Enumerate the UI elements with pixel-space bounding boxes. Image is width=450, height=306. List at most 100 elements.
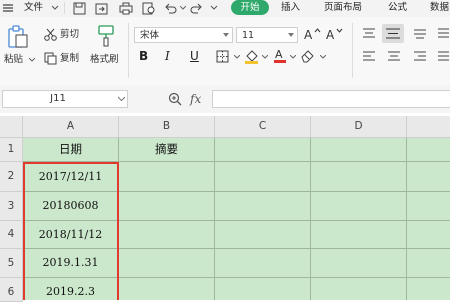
clear-format-icon[interactable] <box>300 48 316 63</box>
undo-icon[interactable] <box>164 2 177 15</box>
print-icon[interactable] <box>119 2 133 15</box>
row-header[interactable]: 4 <box>0 221 23 249</box>
row-header[interactable]: 6 <box>0 278 23 302</box>
format-painter-label[interactable]: 格式刷 <box>90 54 119 66</box>
cell-d2[interactable] <box>311 162 407 192</box>
cell-b4[interactable] <box>119 221 215 249</box>
copy-label[interactable]: 复制 <box>60 53 79 65</box>
row-header[interactable]: 2 <box>0 162 23 192</box>
font-size-select[interactable]: 11 <box>236 27 298 43</box>
cell-b2[interactable] <box>119 162 215 192</box>
chevron-down-icon <box>288 33 294 37</box>
cell-c1[interactable] <box>215 138 311 162</box>
quick-access-caret-icon[interactable] <box>210 5 218 11</box>
font-color-caret-icon[interactable] <box>290 55 296 60</box>
align-left-icon[interactable] <box>362 51 376 63</box>
border-icon[interactable] <box>216 50 230 63</box>
column-header-e[interactable] <box>407 116 450 138</box>
paste-caret-icon[interactable] <box>29 58 35 63</box>
selection-highlight <box>23 162 119 300</box>
tab-insert[interactable]: 插入 <box>281 1 300 15</box>
paste-label[interactable]: 粘贴 <box>4 54 23 66</box>
ribbon-separator <box>352 23 353 78</box>
cell-e3[interactable] <box>407 192 450 221</box>
justify-icon[interactable] <box>437 51 449 63</box>
cell-c3[interactable] <box>215 192 311 221</box>
column-header-c[interactable]: C <box>215 116 311 138</box>
cell-d1[interactable] <box>311 138 407 162</box>
name-box[interactable]: J11 <box>2 90 128 108</box>
menu-separator <box>64 2 65 14</box>
align-top-icon[interactable] <box>362 28 376 40</box>
fill-caret-icon[interactable] <box>262 55 268 60</box>
clear-caret-icon[interactable] <box>320 55 326 60</box>
formula-input[interactable] <box>212 90 450 108</box>
cell-b1[interactable]: 摘要 <box>119 138 215 162</box>
tab-data[interactable]: 数据 <box>430 1 449 15</box>
name-box-value: J11 <box>50 93 66 104</box>
border-caret-icon[interactable] <box>234 55 240 60</box>
save-icon[interactable] <box>73 2 86 15</box>
row-header[interactable]: 3 <box>0 192 23 221</box>
cell-c6[interactable] <box>215 278 311 300</box>
font-color-icon[interactable]: A <box>273 47 287 64</box>
tab-start[interactable]: 开始 <box>231 0 269 15</box>
column-header-a[interactable]: A <box>23 116 119 138</box>
align-bottom-icon[interactable] <box>413 28 427 40</box>
cut-icon[interactable] <box>44 28 57 41</box>
undo-caret-icon[interactable] <box>180 6 186 11</box>
cell-d4[interactable] <box>311 221 407 249</box>
tab-page-layout[interactable]: 页面布局 <box>324 1 362 15</box>
cell-e2[interactable] <box>407 162 450 192</box>
align-center-icon[interactable] <box>387 51 401 63</box>
font-size-value: 11 <box>242 30 255 41</box>
font-name-select[interactable]: 宋体 <box>134 27 233 43</box>
row-header[interactable]: 1 <box>0 138 23 162</box>
align-middle-button[interactable] <box>382 24 404 43</box>
file-menu-caret-icon[interactable] <box>51 5 59 11</box>
font-name-value: 宋体 <box>140 30 160 41</box>
cell-e5[interactable] <box>407 249 450 278</box>
cell-d3[interactable] <box>311 192 407 221</box>
redo-icon[interactable] <box>190 2 203 15</box>
print-preview-icon[interactable] <box>142 2 156 15</box>
tab-formulas[interactable]: 公式 <box>388 1 407 15</box>
cell-b5[interactable] <box>119 249 215 278</box>
cell-c5[interactable] <box>215 249 311 278</box>
format-painter-icon[interactable] <box>96 25 116 47</box>
distributed-align-icon[interactable] <box>437 28 449 40</box>
zoom-search-icon[interactable] <box>168 92 183 107</box>
select-all-corner[interactable] <box>0 116 23 138</box>
svg-text:A: A <box>304 28 313 41</box>
cell-e6[interactable] <box>407 278 450 300</box>
cell-b6[interactable] <box>119 278 215 300</box>
fill-color-icon[interactable] <box>244 48 260 64</box>
copy-icon[interactable] <box>44 52 57 65</box>
svg-text:A: A <box>326 28 335 41</box>
paste-icon[interactable] <box>7 25 29 49</box>
bold-button[interactable]: B <box>139 49 148 63</box>
shrink-font-icon[interactable]: A <box>325 27 343 41</box>
cut-label[interactable]: 剪切 <box>60 29 79 41</box>
menu-icon[interactable] <box>2 2 14 14</box>
align-right-icon[interactable] <box>413 51 427 63</box>
italic-button[interactable]: I <box>165 49 170 63</box>
column-header-d[interactable]: D <box>311 116 407 138</box>
export-icon[interactable] <box>95 2 108 15</box>
ribbon-separator <box>128 23 129 78</box>
file-menu[interactable]: 文件 <box>24 1 43 15</box>
chevron-down-icon[interactable] <box>118 96 125 102</box>
fx-label[interactable]: fx <box>190 92 201 106</box>
cell-a1[interactable]: 日期 <box>23 138 119 162</box>
cell-d5[interactable] <box>311 249 407 278</box>
cell-c4[interactable] <box>215 221 311 249</box>
cell-e1[interactable] <box>407 138 450 162</box>
cell-b3[interactable] <box>119 192 215 221</box>
grow-font-icon[interactable]: A <box>303 27 321 41</box>
cell-e4[interactable] <box>407 221 450 249</box>
underline-button[interactable]: U <box>190 49 199 63</box>
row-header[interactable]: 5 <box>0 249 23 278</box>
cell-d6[interactable] <box>311 278 407 300</box>
column-header-b[interactable]: B <box>119 116 215 138</box>
cell-c2[interactable] <box>215 162 311 192</box>
